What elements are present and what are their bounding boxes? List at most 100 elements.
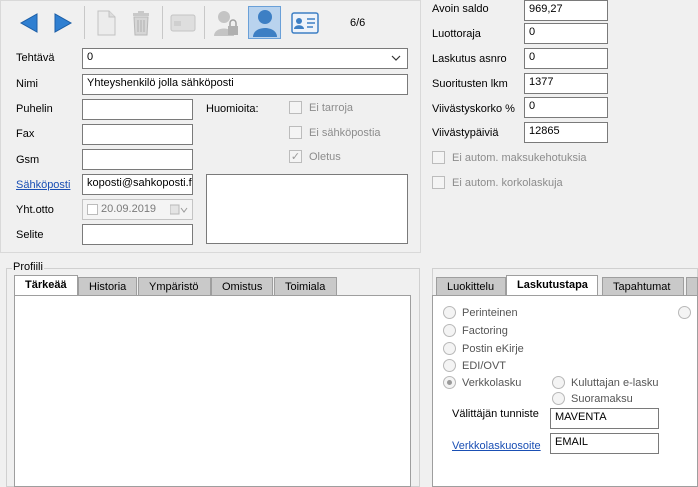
postin-ekirje-label: Postin eKirje bbox=[462, 342, 524, 355]
tab-tarkeaa[interactable]: Tärkeää bbox=[14, 275, 78, 296]
tab-overflow[interactable] bbox=[686, 277, 698, 296]
viivastyskorko-input[interactable]: 0 bbox=[524, 97, 608, 118]
radio-edi-ovt[interactable]: EDI/OVT bbox=[443, 359, 506, 372]
chevron-down-icon bbox=[391, 55, 401, 61]
tab-luokittelu[interactable]: Luokittelu bbox=[436, 277, 506, 296]
record-counter: 6/6 bbox=[350, 17, 366, 29]
contact-card-button[interactable] bbox=[288, 6, 321, 39]
viivastyspaivia-label: Viivästypäiviä bbox=[432, 127, 499, 139]
puhelin-label: Puhelin bbox=[16, 103, 53, 115]
radio-suoramaksu[interactable]: Suoramaksu bbox=[552, 392, 633, 405]
puhelin-input[interactable] bbox=[82, 99, 193, 120]
ei-tarroja-label: Ei tarroja bbox=[309, 101, 354, 114]
nimi-label: Nimi bbox=[16, 78, 38, 90]
previous-record-button[interactable] bbox=[12, 6, 45, 39]
selite-input[interactable] bbox=[82, 224, 193, 245]
user-icon bbox=[252, 9, 277, 37]
radio-dot bbox=[443, 359, 456, 372]
radio-extra[interactable] bbox=[678, 306, 691, 319]
viivastyspaivia-input[interactable]: 12865 bbox=[524, 122, 608, 143]
huomioita-textarea[interactable] bbox=[206, 174, 408, 244]
yhtotto-value: 20.09.2019 bbox=[101, 203, 157, 215]
ei-autom-korkolaskuja-checkbox[interactable]: Ei autom. korkolaskuja bbox=[432, 176, 563, 189]
tab-omistus[interactable]: Omistus bbox=[211, 277, 273, 296]
tab-laskutustapa[interactable]: Laskutustapa bbox=[506, 275, 598, 296]
radio-dot bbox=[443, 306, 456, 319]
ei-autom-maksukehotuksia-checkbox[interactable]: Ei autom. maksukehotuksia bbox=[432, 151, 587, 164]
radio-verkkolasku[interactable]: Verkkolasku bbox=[443, 376, 521, 389]
profiili-content-area[interactable] bbox=[14, 295, 411, 487]
selite-label: Selite bbox=[16, 229, 44, 241]
verkkolaskuosoite-link[interactable]: Verkkolaskuosoite bbox=[452, 440, 541, 452]
yhtotto-checkbox[interactable] bbox=[87, 204, 98, 215]
ei-autom-korkolaskuja-label: Ei autom. korkolaskuja bbox=[452, 176, 563, 189]
radio-dot bbox=[552, 392, 565, 405]
sahkoposti-link[interactable]: Sähköposti bbox=[16, 179, 70, 191]
suoritusten-lkm-label: Suoritusten lkm bbox=[432, 78, 508, 90]
tehtava-value: 0 bbox=[87, 51, 94, 63]
verkkolasku-label: Verkkolasku bbox=[462, 376, 522, 389]
radio-dot-selected bbox=[443, 376, 456, 389]
toolbar-separator bbox=[84, 6, 85, 39]
gsm-input[interactable] bbox=[82, 149, 193, 170]
ei-sahkopostia-label: Ei sähköpostia bbox=[309, 126, 381, 139]
user-lock-button[interactable] bbox=[209, 6, 242, 39]
tehtava-select[interactable]: 0 bbox=[82, 48, 408, 69]
ei-sahkopostia-checkbox[interactable]: Ei sähköpostia bbox=[289, 126, 381, 139]
sahkoposti-input[interactable]: koposti@sahkoposti.fi bbox=[82, 174, 193, 195]
tab-tapahtumat[interactable]: Tapahtumat bbox=[602, 277, 684, 296]
checkbox-box bbox=[432, 176, 445, 189]
card-button[interactable] bbox=[166, 6, 199, 39]
checkmark-icon: ✓ bbox=[289, 150, 302, 163]
viivastyskorko-label: Viivästyskorko % bbox=[432, 103, 515, 115]
id-card-icon bbox=[290, 11, 319, 34]
calendar-icon bbox=[170, 204, 188, 215]
suoritusten-lkm-input[interactable]: 1377 bbox=[524, 73, 608, 94]
tab-historia[interactable]: Historia bbox=[78, 277, 137, 296]
luottoraja-input[interactable]: 0 bbox=[524, 23, 608, 44]
factoring-label: Factoring bbox=[462, 324, 508, 337]
delete-button[interactable] bbox=[124, 6, 157, 39]
edi-ovt-label: EDI/OVT bbox=[462, 359, 507, 372]
valittajan-tunniste-input[interactable]: MAVENTA bbox=[550, 408, 659, 429]
laskutus-asnro-label: Laskutus asnro bbox=[432, 53, 507, 65]
tab-ymparisto[interactable]: Ympäristö bbox=[138, 277, 211, 296]
next-record-button[interactable] bbox=[46, 6, 79, 39]
radio-postin-ekirje[interactable]: Postin eKirje bbox=[443, 342, 524, 355]
fax-input[interactable] bbox=[82, 124, 193, 145]
valittajan-tunniste-label: Välittäjän tunniste bbox=[452, 408, 539, 420]
checkbox-box bbox=[289, 101, 302, 114]
radio-dot bbox=[443, 342, 456, 355]
fax-label: Fax bbox=[16, 128, 35, 140]
ei-autom-maksukehotuksia-label: Ei autom. maksukehotuksia bbox=[452, 151, 587, 164]
yhtotto-label: Yht.otto bbox=[16, 204, 54, 216]
radio-dot bbox=[443, 324, 456, 337]
avoin-saldo-input[interactable]: 969,27 bbox=[524, 0, 608, 21]
toolbar-separator bbox=[204, 6, 205, 39]
tehtava-label: Tehtävä bbox=[16, 52, 55, 64]
luottoraja-label: Luottoraja bbox=[432, 28, 481, 40]
radio-perinteinen[interactable]: Perinteinen bbox=[443, 306, 518, 319]
new-document-button[interactable] bbox=[89, 6, 122, 39]
yhtotto-date-picker[interactable]: 20.09.2019 bbox=[82, 199, 193, 220]
perinteinen-label: Perinteinen bbox=[462, 306, 518, 319]
tab-toimiala[interactable]: Toimiala bbox=[274, 277, 337, 296]
contact-person-button[interactable] bbox=[248, 6, 281, 39]
nimi-input[interactable]: Yhteyshenkilö jolla sähköposti bbox=[82, 74, 408, 95]
laskutus-asnro-input[interactable]: 0 bbox=[524, 48, 608, 69]
avoin-saldo-label: Avoin saldo bbox=[432, 3, 489, 15]
ei-tarroja-checkbox[interactable]: Ei tarroja bbox=[289, 101, 353, 114]
user-lock-icon bbox=[213, 10, 238, 36]
radio-kuluttajan-elasku[interactable]: Kuluttajan e-lasku bbox=[552, 376, 658, 389]
arrow-right-icon bbox=[54, 12, 72, 33]
radio-dot bbox=[552, 376, 565, 389]
new-document-icon bbox=[97, 10, 115, 35]
checkbox-box bbox=[289, 126, 302, 139]
gsm-label: Gsm bbox=[16, 154, 40, 166]
trash-icon bbox=[132, 10, 149, 35]
verkkolaskuosoite-input[interactable]: EMAIL bbox=[550, 433, 659, 454]
radio-factoring[interactable]: Factoring bbox=[443, 324, 508, 337]
oletus-checkbox[interactable]: ✓ Oletus bbox=[289, 150, 341, 163]
huomioita-label: Huomioita: bbox=[206, 103, 259, 115]
credit-card-icon bbox=[170, 14, 195, 31]
